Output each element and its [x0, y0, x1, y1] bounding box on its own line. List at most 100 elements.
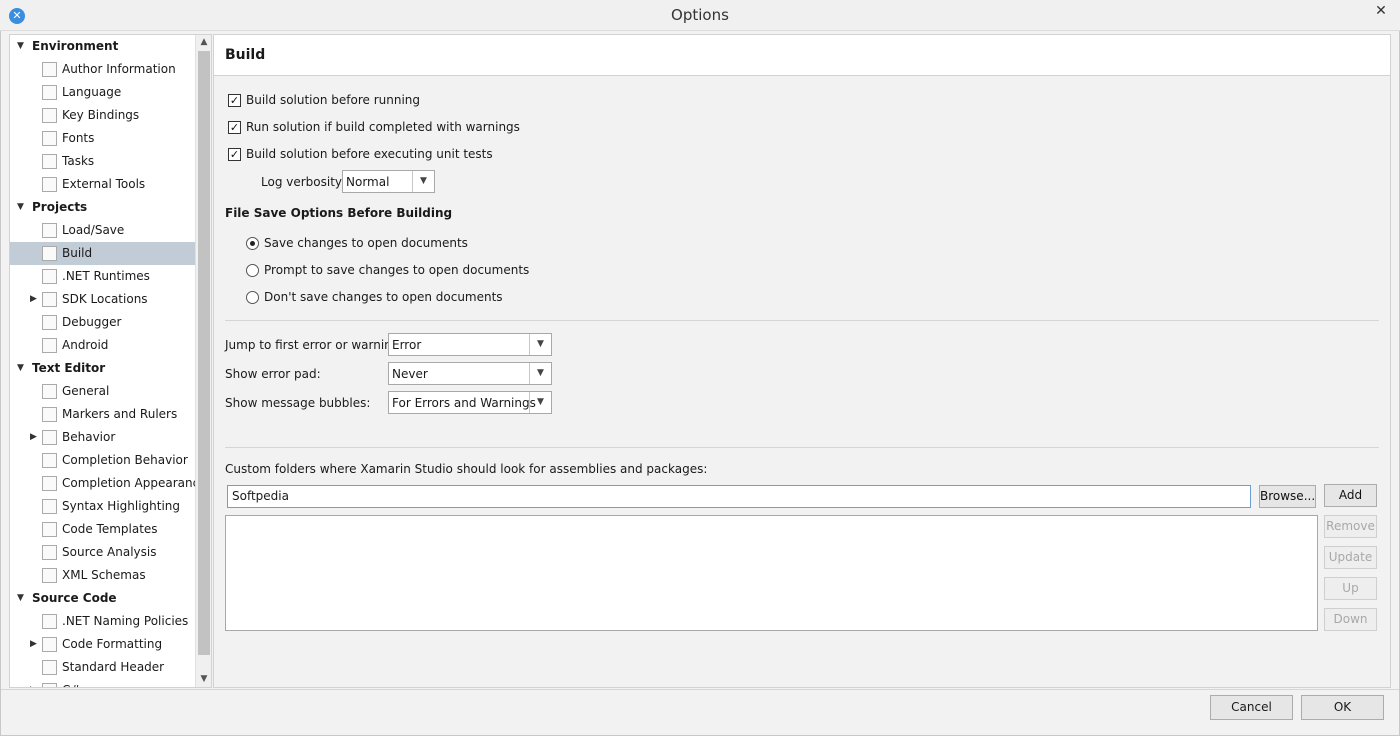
build-panel: Build ✓ Build solution before running ✓ … [213, 34, 1391, 688]
scroll-down-arrow-icon[interactable]: ▼ [196, 672, 211, 687]
tree-item-tasks[interactable]: Tasks [10, 150, 196, 173]
show-message-bubbles-label: Show message bubbles: [225, 396, 371, 410]
tree-item-author-information[interactable]: Author Information [10, 58, 196, 81]
expander-expanded-icon[interactable]: ▼ [17, 357, 27, 380]
scroll-thumb[interactable] [198, 51, 210, 655]
tree-item-fonts[interactable]: Fonts [10, 127, 196, 150]
tree-item-markers-and-rulers[interactable]: Markers and Rulers [10, 403, 196, 426]
tree-item-label: Build [62, 246, 93, 260]
tree-item-standard-header[interactable]: Standard Header [10, 656, 196, 679]
divider [225, 320, 1379, 321]
tree-item-behavior[interactable]: ▶ Behavior [10, 426, 196, 449]
scroll-up-arrow-icon[interactable]: ▲ [196, 35, 211, 50]
tree-item-syntax-highlighting[interactable]: Syntax Highlighting [10, 495, 196, 518]
tree-item-build[interactable]: Build [10, 242, 196, 265]
tree-item-c[interactable]: ▶ C# [10, 679, 196, 687]
tree-item-completion-appearance[interactable]: Completion Appearance [10, 472, 207, 495]
tree-item-debugger[interactable]: Debugger [10, 311, 196, 334]
update-button[interactable]: Update [1324, 546, 1377, 569]
tree-item-language[interactable]: Language [10, 81, 196, 104]
tree-item-key-bindings[interactable]: Key Bindings [10, 104, 196, 127]
browse-button[interactable]: Browse... [1259, 485, 1316, 508]
tree-category-text-editor[interactable]: ▼ Text Editor [10, 357, 196, 380]
custom-folder-input[interactable]: Softpedia [227, 485, 1251, 508]
tree-item-label: .NET Runtimes [62, 269, 150, 283]
tree-item-completion-behavior[interactable]: Completion Behavior [10, 449, 196, 472]
tree-category-environment[interactable]: ▼ Environment [10, 35, 196, 58]
expander-expanded-icon[interactable]: ▼ [17, 196, 27, 219]
expander-collapsed-icon[interactable]: ▶ [30, 426, 40, 449]
tree-item-xml-schemas[interactable]: XML Schemas [10, 564, 196, 587]
show-message-bubbles-select[interactable]: For Errors and Warnings ▼ [388, 391, 552, 414]
tree-category-label: Text Editor [32, 361, 106, 375]
show-error-pad-label: Show error pad: [225, 367, 321, 381]
expander-expanded-icon[interactable]: ▼ [17, 35, 27, 58]
tree-item-external-tools[interactable]: External Tools [10, 173, 196, 196]
tree-item-android[interactable]: Android [10, 334, 196, 357]
cancel-button[interactable]: Cancel [1210, 695, 1293, 720]
tree-item-label: Syntax Highlighting [62, 499, 181, 513]
expander-collapsed-icon[interactable]: ▶ [30, 288, 40, 311]
tree-item-label: Code Formatting [62, 637, 163, 651]
tree-item-net-runtimes[interactable]: .NET Runtimes [10, 265, 196, 288]
expander-collapsed-icon[interactable]: ▶ [30, 679, 40, 687]
tree-category-label: Source Code [32, 591, 117, 605]
tree-item-label: Source Analysis [62, 545, 157, 559]
tree-item-sdk-locations[interactable]: ▶ SDK Locations [10, 288, 196, 311]
naming-icon [42, 614, 57, 629]
tree-item-label: Standard Header [62, 660, 165, 674]
save-changes-radio[interactable] [246, 237, 259, 250]
tree-item-source-analysis[interactable]: Source Analysis [10, 541, 196, 564]
bug-icon [42, 315, 57, 330]
chevron-down-icon: ▼ [529, 334, 551, 355]
log-verbosity-label: Log verbosity: [261, 175, 346, 189]
list-icon [42, 476, 57, 491]
terminal-icon [42, 177, 57, 192]
fonts-icon [42, 131, 57, 146]
build-before-running-checkbox[interactable]: ✓ [228, 94, 241, 107]
custom-folders-list[interactable] [225, 515, 1318, 631]
ok-button[interactable]: OK [1301, 695, 1384, 720]
build-icon [42, 246, 57, 261]
expander-collapsed-icon[interactable]: ▶ [30, 633, 40, 656]
tree-item-label: Markers and Rulers [62, 407, 178, 421]
show-error-pad-value: Never [392, 367, 428, 381]
jump-to-error-value: Error [392, 338, 422, 352]
gear-icon [42, 269, 57, 284]
run-with-warnings-checkbox[interactable]: ✓ [228, 121, 241, 134]
build-before-tests-checkbox[interactable]: ✓ [228, 148, 241, 161]
xml-icon [42, 568, 57, 583]
brain-icon [42, 430, 57, 445]
tree-item-load-save[interactable]: Load/Save [10, 219, 196, 242]
up-button[interactable]: Up [1324, 577, 1377, 600]
jump-to-error-select[interactable]: Error ▼ [388, 333, 552, 356]
tasks-icon [42, 154, 57, 169]
markers-icon [42, 407, 57, 422]
tree-category-source-code[interactable]: ▼ Source Code [10, 587, 196, 610]
close-button[interactable]: ✕ [1362, 0, 1400, 22]
general-icon [42, 384, 57, 399]
prompt-save-radio[interactable] [246, 264, 259, 277]
custom-folders-label: Custom folders where Xamarin Studio shou… [225, 462, 708, 476]
save-changes-label: Save changes to open documents [264, 236, 468, 250]
android-icon [42, 338, 57, 353]
tree-list: ▼ Environment Author Information Language Ke… [10, 35, 207, 687]
show-message-bubbles-value: For Errors and Warnings [392, 396, 536, 410]
tree-scrollbar[interactable]: ▲ ▼ [195, 35, 211, 687]
syntax-icon [42, 499, 57, 514]
tree-item-net-naming-policies[interactable]: .NET Naming Policies [10, 610, 196, 633]
dont-save-radio[interactable] [246, 291, 259, 304]
tree-item-general[interactable]: General [10, 380, 196, 403]
add-button[interactable]: Add [1324, 484, 1377, 507]
title-bar: ✕ Options ✕ [0, 0, 1400, 31]
tree-item-label: Code Templates [62, 522, 158, 536]
log-verbosity-select[interactable]: Normal ▼ [342, 170, 435, 193]
tree-item-code-templates[interactable]: Code Templates [10, 518, 196, 541]
expander-expanded-icon[interactable]: ▼ [17, 587, 27, 610]
remove-button[interactable]: Remove [1324, 515, 1377, 538]
tree-category-projects[interactable]: ▼ Projects [10, 196, 196, 219]
tree-item-code-formatting[interactable]: ▶ Code Formatting [10, 633, 196, 656]
down-button[interactable]: Down [1324, 608, 1377, 631]
show-error-pad-select[interactable]: Never ▼ [388, 362, 552, 385]
tree-item-label: General [62, 384, 110, 398]
